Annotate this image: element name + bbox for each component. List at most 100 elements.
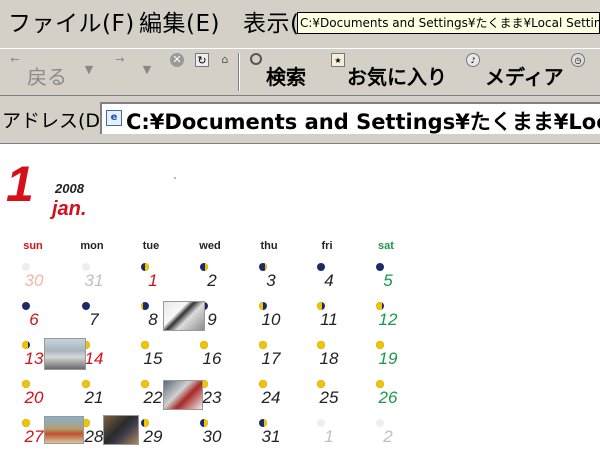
calendar-day-number: 31 bbox=[84, 271, 104, 290]
calendar-day-cell: 1 bbox=[301, 419, 351, 450]
weekday-sun: sun bbox=[23, 240, 43, 252]
back-arrow-icon: ← bbox=[10, 53, 20, 66]
weekday-mon: mon bbox=[80, 240, 104, 252]
address-field[interactable]: e C:¥Documents and Settings¥たくまま¥Local S… bbox=[100, 102, 600, 134]
menu-edit[interactable]: 編集(E) bbox=[139, 4, 220, 38]
moon-phase-icon bbox=[141, 380, 149, 388]
page-icon: e bbox=[106, 110, 122, 126]
calendar-day-cell: 30 bbox=[184, 419, 234, 450]
moon-phase-icon bbox=[22, 341, 30, 349]
search-icon[interactable] bbox=[250, 53, 262, 65]
moon-phase-icon bbox=[200, 263, 208, 271]
forward-dropdown-icon[interactable]: ▼ bbox=[140, 63, 154, 77]
calendar-day-cell: 19 bbox=[360, 341, 410, 379]
search-button[interactable]: 検索 bbox=[266, 61, 306, 90]
moon-phase-icon bbox=[22, 302, 30, 310]
moon-phase-icon bbox=[259, 419, 267, 427]
history-icon[interactable]: ◷ bbox=[571, 53, 585, 67]
dog-photo bbox=[163, 380, 203, 410]
address-label: アドレス(D) bbox=[2, 110, 108, 132]
menu-view[interactable]: 表示( bbox=[243, 4, 299, 38]
calendar-day-number: 30 bbox=[202, 427, 222, 446]
weekday-wed: wed bbox=[199, 240, 221, 252]
calendar-day-cell: 16 bbox=[184, 341, 234, 379]
calendar-day-number: 2 bbox=[207, 271, 217, 290]
calendar-day-cell: 26 bbox=[360, 380, 410, 418]
moon-phase-icon bbox=[259, 263, 267, 271]
calendar-day-cell: 2 bbox=[360, 419, 410, 450]
refresh-icon[interactable]: ↻ bbox=[195, 53, 209, 67]
address-input[interactable]: C:¥Documents and Settings¥たくまま¥Local Set… bbox=[126, 106, 600, 134]
back-button[interactable]: 戻る bbox=[27, 61, 67, 90]
calendar-day-number: 17 bbox=[261, 349, 281, 368]
moon-phase-icon bbox=[259, 380, 267, 388]
calendar-day-number: 11 bbox=[320, 310, 338, 329]
calendar-day-cell: 20 bbox=[7, 380, 57, 418]
moon-phase-icon bbox=[259, 302, 267, 310]
moon-phase-icon bbox=[317, 419, 325, 427]
media-button[interactable]: メディア bbox=[485, 61, 564, 90]
home-icon[interactable]: ⌂ bbox=[218, 53, 232, 67]
calendar-page: 1 2008 jan. sun mon tue wed thu fri sat … bbox=[0, 145, 600, 450]
toolbar: ← 戻る ▼ → ▼ ✕ ↻ ⌂ 検索 ★ お気に入り ♪ メディア ◷ bbox=[0, 48, 600, 96]
moon-phase-icon bbox=[22, 263, 30, 271]
calendar-day-cell: 7 bbox=[66, 302, 116, 340]
address-bar: アドレス(D) e C:¥Documents and Settings¥たくまま… bbox=[0, 96, 600, 144]
calendar-day-cell: 31 bbox=[243, 419, 293, 450]
moon-phase-icon bbox=[82, 380, 90, 388]
menu-file[interactable]: ファイル(F) bbox=[8, 4, 135, 38]
weekday-fri: fri bbox=[321, 240, 333, 252]
calendar-day-cell: 1 bbox=[125, 263, 175, 301]
moon-phase-icon bbox=[376, 419, 384, 427]
calendar-day-number: 18 bbox=[319, 349, 339, 368]
calendar-day-cell: 24 bbox=[243, 380, 293, 418]
media-icon[interactable]: ♪ bbox=[466, 53, 480, 67]
moon-phase-icon bbox=[22, 380, 30, 388]
favorites-button[interactable]: お気に入り bbox=[347, 61, 447, 90]
calendar-day-number: 25 bbox=[319, 388, 339, 407]
moon-phase-icon bbox=[376, 263, 384, 271]
calendar-day-cell: 15 bbox=[125, 341, 175, 379]
weekday-thu: thu bbox=[260, 240, 278, 252]
calendar-day-number: 30 bbox=[24, 271, 44, 290]
calendar-day-cell: 31 bbox=[66, 263, 116, 301]
moon-phase-icon bbox=[259, 341, 267, 349]
moon-phase-icon bbox=[317, 263, 325, 271]
weekday-tue: tue bbox=[142, 240, 160, 252]
moon-phase-icon bbox=[141, 341, 149, 349]
dog-photo bbox=[44, 338, 86, 370]
menu-bar: ファイル(F) 編集(E) 表示( C:¥Documents and Setti… bbox=[0, 0, 600, 48]
stop-icon[interactable]: ✕ bbox=[170, 53, 184, 67]
calendar-day-cell: 10 bbox=[243, 302, 293, 340]
calendar-day-cell: 30 bbox=[7, 263, 57, 301]
favorites-icon[interactable]: ★ bbox=[331, 53, 345, 67]
moon-phase-icon bbox=[200, 419, 208, 427]
calendar-day-number: 1 bbox=[324, 427, 334, 446]
calendar-day-cell: 11 bbox=[301, 302, 351, 340]
calendar-day-cell: 4 bbox=[301, 263, 351, 301]
calendar-day-number: 3 bbox=[266, 271, 276, 290]
dog-photo bbox=[44, 416, 84, 444]
calendar-day-number: 5 bbox=[383, 271, 393, 290]
calendar-day-cell: 17 bbox=[243, 341, 293, 379]
calendar-day-number: 15 bbox=[143, 349, 163, 368]
calendar-day-number: 24 bbox=[261, 388, 281, 407]
forward-arrow-icon[interactable]: → bbox=[113, 53, 127, 67]
calendar-day-cell: 12 bbox=[360, 302, 410, 340]
moon-phase-icon bbox=[82, 263, 90, 271]
moon-phase-icon bbox=[317, 302, 325, 310]
calendar-day-cell: 3 bbox=[243, 263, 293, 301]
moon-phase-icon bbox=[376, 341, 384, 349]
calendar-day-cell: 21 bbox=[66, 380, 116, 418]
calendar-day-number: 1 bbox=[148, 271, 158, 290]
moon-phase-icon bbox=[317, 380, 325, 388]
year-label: 2008 bbox=[55, 181, 84, 196]
weekday-sat: sat bbox=[378, 240, 394, 252]
back-dropdown-icon[interactable]: ▼ bbox=[82, 63, 96, 77]
calendar-day-number: 26 bbox=[378, 388, 398, 407]
moon-phase-icon bbox=[141, 419, 149, 427]
moon-phase-icon bbox=[22, 419, 30, 427]
calendar-day-number: 19 bbox=[378, 349, 398, 368]
calendar-day-number: 21 bbox=[84, 388, 104, 407]
calendar-day-number: 6 bbox=[29, 310, 39, 329]
